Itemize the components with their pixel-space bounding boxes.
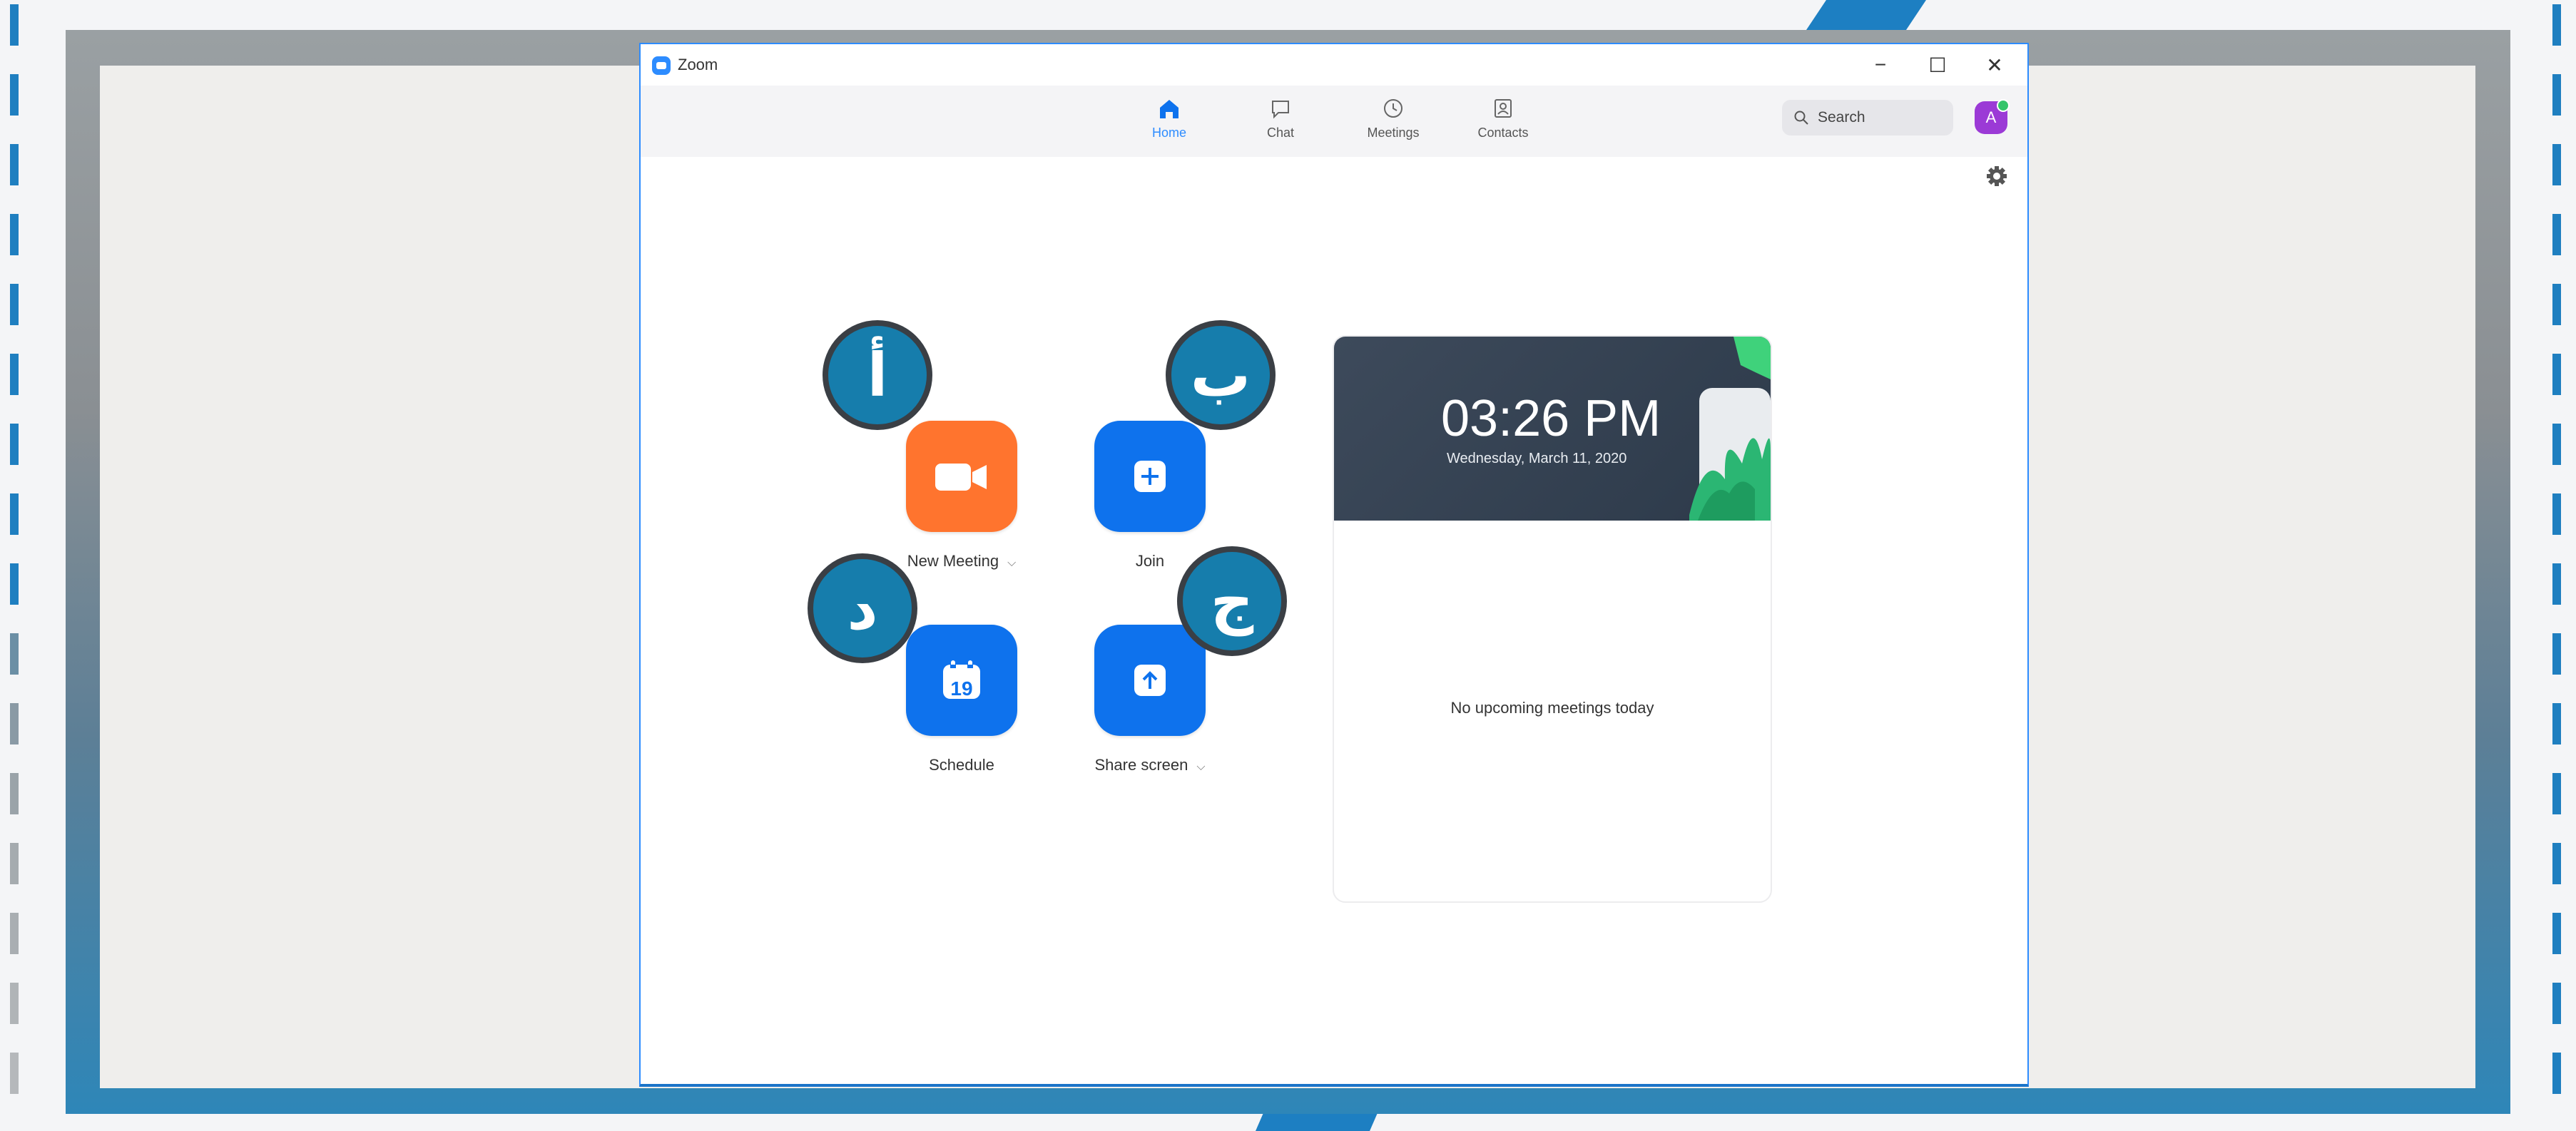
tab-meetings-label: Meetings — [1367, 126, 1420, 140]
join-button[interactable] — [1094, 421, 1206, 532]
annotation-badge-a: أ — [823, 320, 932, 430]
current-time: 03:26 PM — [1441, 390, 1661, 447]
tab-home[interactable]: Home — [1130, 96, 1208, 153]
home-icon — [1160, 100, 1178, 118]
tab-contacts[interactable]: Contacts — [1464, 96, 1542, 153]
tab-chat-label: Chat — [1266, 126, 1295, 140]
join-action[interactable]: Join — [1057, 421, 1243, 570]
maximize-button[interactable]: ☐ — [1916, 48, 1959, 81]
tab-meetings[interactable]: Meetings — [1354, 96, 1432, 153]
calendar-day: 19 — [950, 677, 973, 700]
zoom-window: Zoom − ☐ ✕ Home Chat Meetings Contacts S… — [639, 43, 2029, 1087]
search-box[interactable] — [1782, 100, 1953, 135]
tab-home-label: Home — [1151, 126, 1186, 140]
plant-illustration — [1689, 337, 1771, 521]
window-title: Zoom — [678, 56, 718, 73]
plus-icon — [1134, 461, 1166, 492]
clock-icon — [1384, 99, 1402, 118]
annotation-badge-d: د — [808, 553, 917, 663]
video-camera-icon — [935, 464, 987, 491]
minimize-button[interactable]: − — [1859, 48, 1902, 81]
gear-icon[interactable] — [1985, 164, 2009, 188]
tab-contacts-label: Contacts — [1477, 126, 1529, 140]
share-screen-button[interactable] — [1094, 625, 1206, 736]
share-screen-chevron-icon[interactable]: ⌵ — [1196, 761, 1205, 773]
zoom-logo-icon — [652, 56, 671, 75]
chevron-down-icon[interactable]: ⌵ — [1007, 557, 1016, 569]
avatar-initial: A — [1985, 108, 1997, 126]
schedule-label: Schedule — [929, 756, 994, 774]
card-header: 03:26 PM Wednesday, March 11, 2020 — [1334, 337, 1771, 521]
search-input[interactable] — [1816, 108, 1948, 127]
share-up-arrow-icon — [1134, 665, 1166, 696]
empty-meetings-message: No upcoming meetings today — [1450, 699, 1654, 717]
new-meeting-action[interactable]: New Meeting ⌵ — [869, 421, 1054, 570]
upcoming-meetings-card: 03:26 PM Wednesday, March 11, 2020 No up… — [1333, 335, 1772, 903]
title-bar: Zoom − ☐ ✕ — [641, 44, 2027, 86]
top-navigation: Home Chat Meetings Contacts Search A — [641, 86, 2027, 157]
tab-chat[interactable]: Chat — [1241, 96, 1320, 153]
new-meeting-button[interactable] — [906, 421, 1017, 532]
contacts-icon — [1495, 99, 1512, 118]
annotation-badge-b: ب — [1166, 320, 1276, 430]
close-button[interactable]: ✕ — [1973, 48, 2016, 81]
share-screen-label: Share screen — [1094, 756, 1188, 774]
chat-icon — [1272, 101, 1289, 119]
annotation-badge-c: ج — [1177, 546, 1287, 656]
new-meeting-label: New Meeting — [907, 552, 999, 570]
avatar[interactable]: A — [1975, 99, 2010, 134]
search-icon — [1794, 111, 1808, 125]
current-date: Wednesday, March 11, 2020 — [1447, 451, 1627, 466]
online-status-dot — [1997, 99, 2010, 112]
